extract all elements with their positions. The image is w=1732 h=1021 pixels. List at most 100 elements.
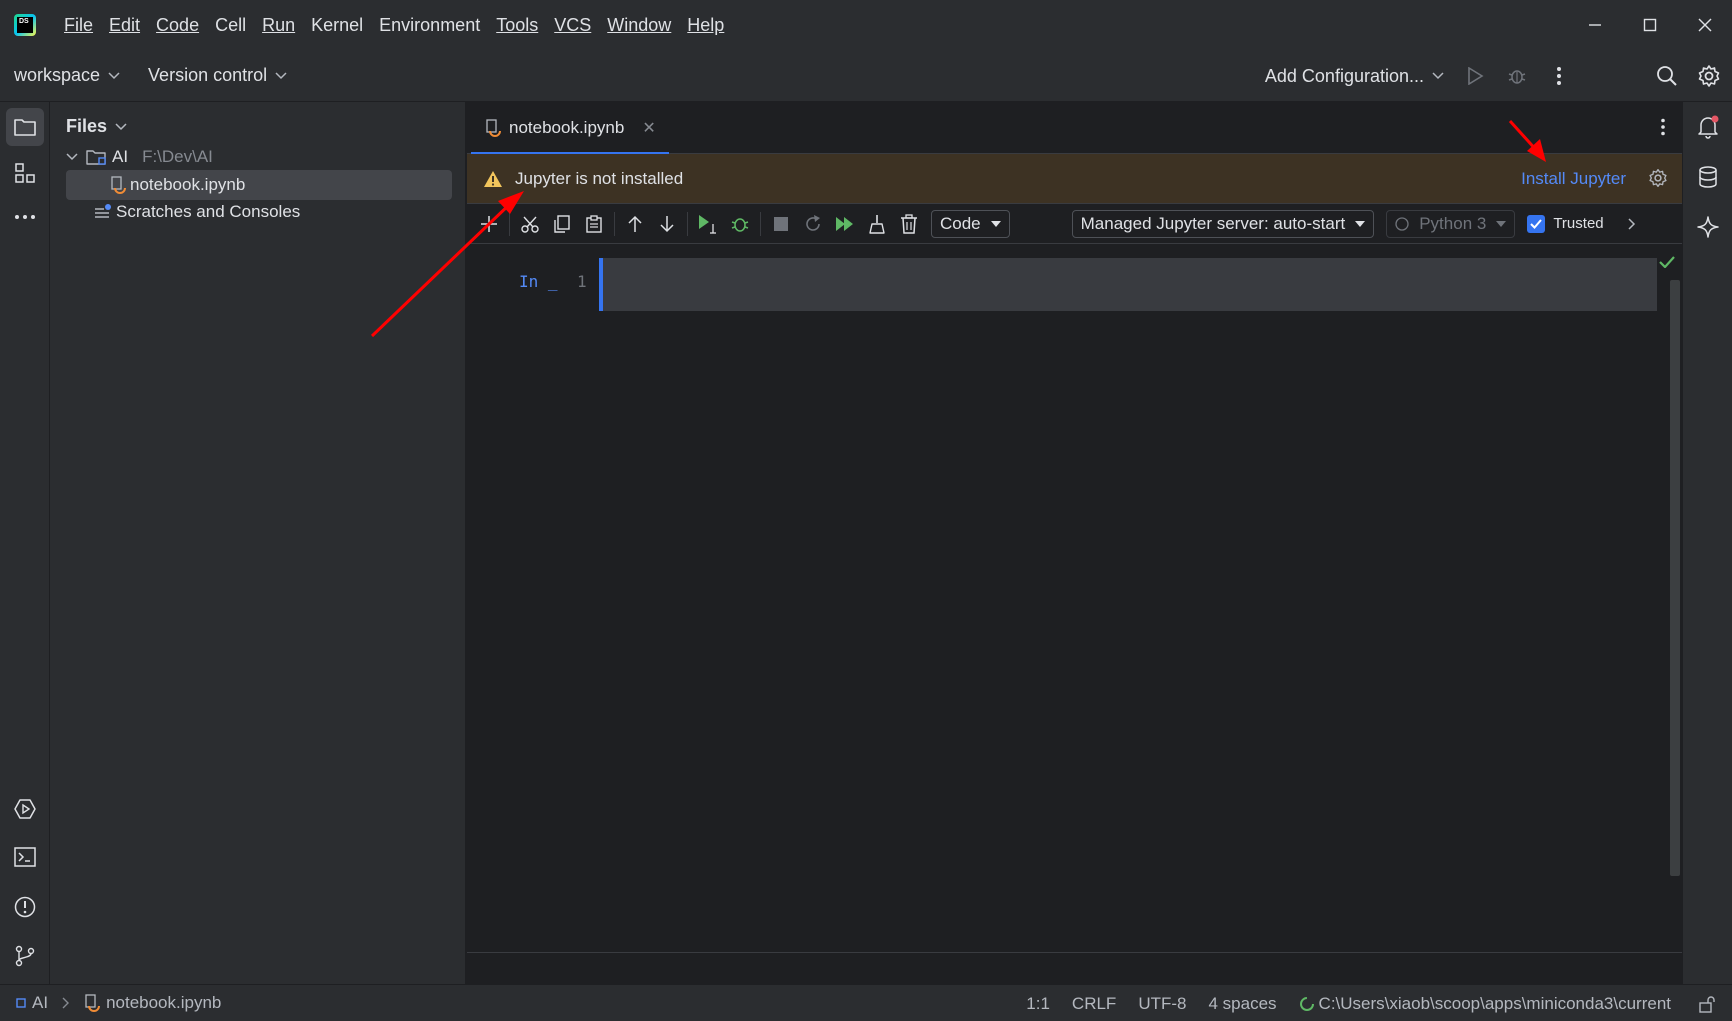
close-tab-icon[interactable]: ✕ (642, 118, 655, 138)
menu-vcs[interactable]: VCS (546, 0, 599, 50)
tree-item-notebook[interactable]: notebook.ipynb (66, 170, 452, 200)
stop-icon (774, 216, 788, 231)
more-actions-button[interactable] (1538, 55, 1580, 97)
menu-edit[interactable]: Edit (101, 0, 148, 50)
cell-type-select[interactable]: Code (931, 209, 1010, 238)
chevron-down-icon[interactable] (66, 153, 78, 161)
caret-position[interactable]: 1:1 (1015, 994, 1061, 1014)
clear-outputs-button[interactable] (861, 208, 893, 240)
breadcrumb-file[interactable]: notebook.ipynb (106, 993, 221, 1013)
project-panel: Files AI F:\Dev\AI notebook.ipynb Scratc… (50, 102, 466, 984)
menu-help[interactable]: Help (679, 0, 732, 50)
menu-code[interactable]: Code (148, 0, 207, 50)
move-cell-down-button[interactable] (651, 208, 683, 240)
tab-notebook[interactable]: notebook.ipynb ✕ (469, 102, 669, 155)
jupyter-server-select[interactable]: Managed Jupyter server: auto-start (1071, 209, 1375, 238)
arrow-up-icon (628, 215, 642, 232)
vertical-scrollbar[interactable] (1670, 280, 1680, 876)
toolbar-separator (509, 211, 510, 236)
trusted-label: Trusted (1553, 215, 1604, 232)
readonly-toggle[interactable] (1687, 995, 1732, 1013)
database-tool-button[interactable] (1689, 158, 1727, 196)
toolbar-separator (760, 211, 761, 236)
inspection-ok-icon[interactable] (1659, 256, 1675, 268)
toolbar-overflow-button[interactable] (1628, 217, 1636, 230)
ai-assistant-tool-button[interactable] (1689, 208, 1727, 246)
kernel-select[interactable]: Python 3 (1386, 209, 1516, 238)
menu-kernel[interactable]: Kernel (303, 0, 371, 50)
vcs-label: Version control (148, 65, 268, 85)
cut-cell-button[interactable] (514, 208, 546, 240)
problems-icon (14, 896, 36, 918)
project-dropdown[interactable]: workspace (0, 65, 134, 86)
toolbar-separator (687, 211, 688, 236)
copy-cell-button[interactable] (546, 208, 578, 240)
services-tool-button[interactable] (6, 790, 44, 828)
search-everywhere-button[interactable] (1646, 55, 1688, 97)
banner-message: Jupyter is not installed (515, 168, 684, 188)
stop-kernel-button[interactable] (765, 208, 797, 240)
problems-tool-button[interactable] (6, 888, 44, 926)
run-configuration-dropdown[interactable]: Add Configuration... (1251, 66, 1454, 87)
toolbar-separator (614, 211, 615, 236)
notebook-file-icon (85, 994, 101, 1012)
terminal-tool-button[interactable] (6, 838, 44, 876)
debug-button[interactable] (1496, 55, 1538, 97)
project-panel-title[interactable]: Files (66, 116, 127, 137)
menu-cell[interactable]: Cell (207, 0, 254, 50)
root-folder-path: F:\Dev\AI (142, 147, 213, 166)
trusted-checkbox[interactable] (1527, 214, 1546, 233)
notifications-tool-button[interactable] (1689, 108, 1727, 146)
interpreter-widget[interactable]: C:\Users\xiaob\scoop\apps\miniconda3\cur… (1288, 994, 1687, 1014)
restart-kernel-button[interactable] (797, 208, 829, 240)
code-cell-editor[interactable] (599, 258, 1657, 311)
tree-item-root[interactable]: AI F:\Dev\AI (66, 142, 452, 172)
indentation[interactable]: 4 spaces (1198, 994, 1288, 1014)
chevron-right-icon (1628, 217, 1635, 230)
structure-tool-button[interactable] (6, 154, 44, 192)
add-cell-button[interactable] (473, 208, 505, 240)
menu-tools[interactable]: Tools (488, 0, 546, 50)
run-cell-button[interactable] (692, 208, 724, 240)
run-all-button[interactable] (829, 208, 861, 240)
install-jupyter-link[interactable]: Install Jupyter (1521, 169, 1626, 189)
maximize-button[interactable] (1622, 0, 1677, 50)
app-logo-icon[interactable]: DS (14, 14, 36, 36)
trusted-toggle[interactable]: Trusted (1527, 214, 1604, 233)
debug-cell-button[interactable] (724, 208, 756, 240)
kernel-value: Python 3 (1419, 213, 1487, 233)
file-encoding[interactable]: UTF-8 (1127, 994, 1197, 1014)
menu-environment[interactable]: Environment (371, 0, 488, 50)
git-tool-button[interactable] (6, 937, 44, 975)
database-icon (1699, 166, 1717, 188)
project-label: workspace (14, 65, 101, 85)
paste-cell-button[interactable] (578, 208, 610, 240)
menu-run[interactable]: Run (254, 0, 303, 50)
root-folder-name: AI (112, 147, 129, 166)
minimize-button[interactable] (1567, 0, 1622, 50)
chevron-down-icon (108, 71, 120, 79)
delete-cell-button[interactable] (893, 208, 925, 240)
arrow-down-icon (660, 215, 674, 232)
tree-item-scratches[interactable]: Scratches and Consoles (66, 197, 452, 227)
tab-more-button[interactable] (1660, 118, 1666, 136)
structure-icon (15, 163, 35, 183)
gear-icon (1649, 169, 1667, 187)
status-widgets: 1:1 CRLF UTF-8 4 spaces C:\Users\xiaob\s… (1015, 985, 1732, 1021)
breadcrumb-root[interactable]: AI (32, 993, 48, 1013)
menu-file[interactable]: File (56, 0, 101, 50)
more-tools-button[interactable] (6, 198, 44, 236)
vcs-dropdown[interactable]: Version control (134, 65, 301, 86)
banner-settings-button[interactable] (1648, 168, 1668, 188)
line-separator[interactable]: CRLF (1061, 994, 1127, 1014)
cell-prompt: In _ (519, 272, 558, 291)
menu-window[interactable]: Window (599, 0, 679, 50)
project-tool-button[interactable] (6, 108, 44, 146)
notebook-toolbar: Code Managed Jupyter server: auto-start … (467, 204, 1682, 244)
run-button[interactable] (1454, 55, 1496, 97)
more-horizontal-icon (15, 215, 35, 219)
settings-button[interactable] (1688, 55, 1730, 97)
close-window-button[interactable] (1677, 0, 1732, 50)
status-bar: AI notebook.ipynb 1:1 CRLF UTF-8 4 space… (0, 984, 1732, 1021)
move-cell-up-button[interactable] (619, 208, 651, 240)
